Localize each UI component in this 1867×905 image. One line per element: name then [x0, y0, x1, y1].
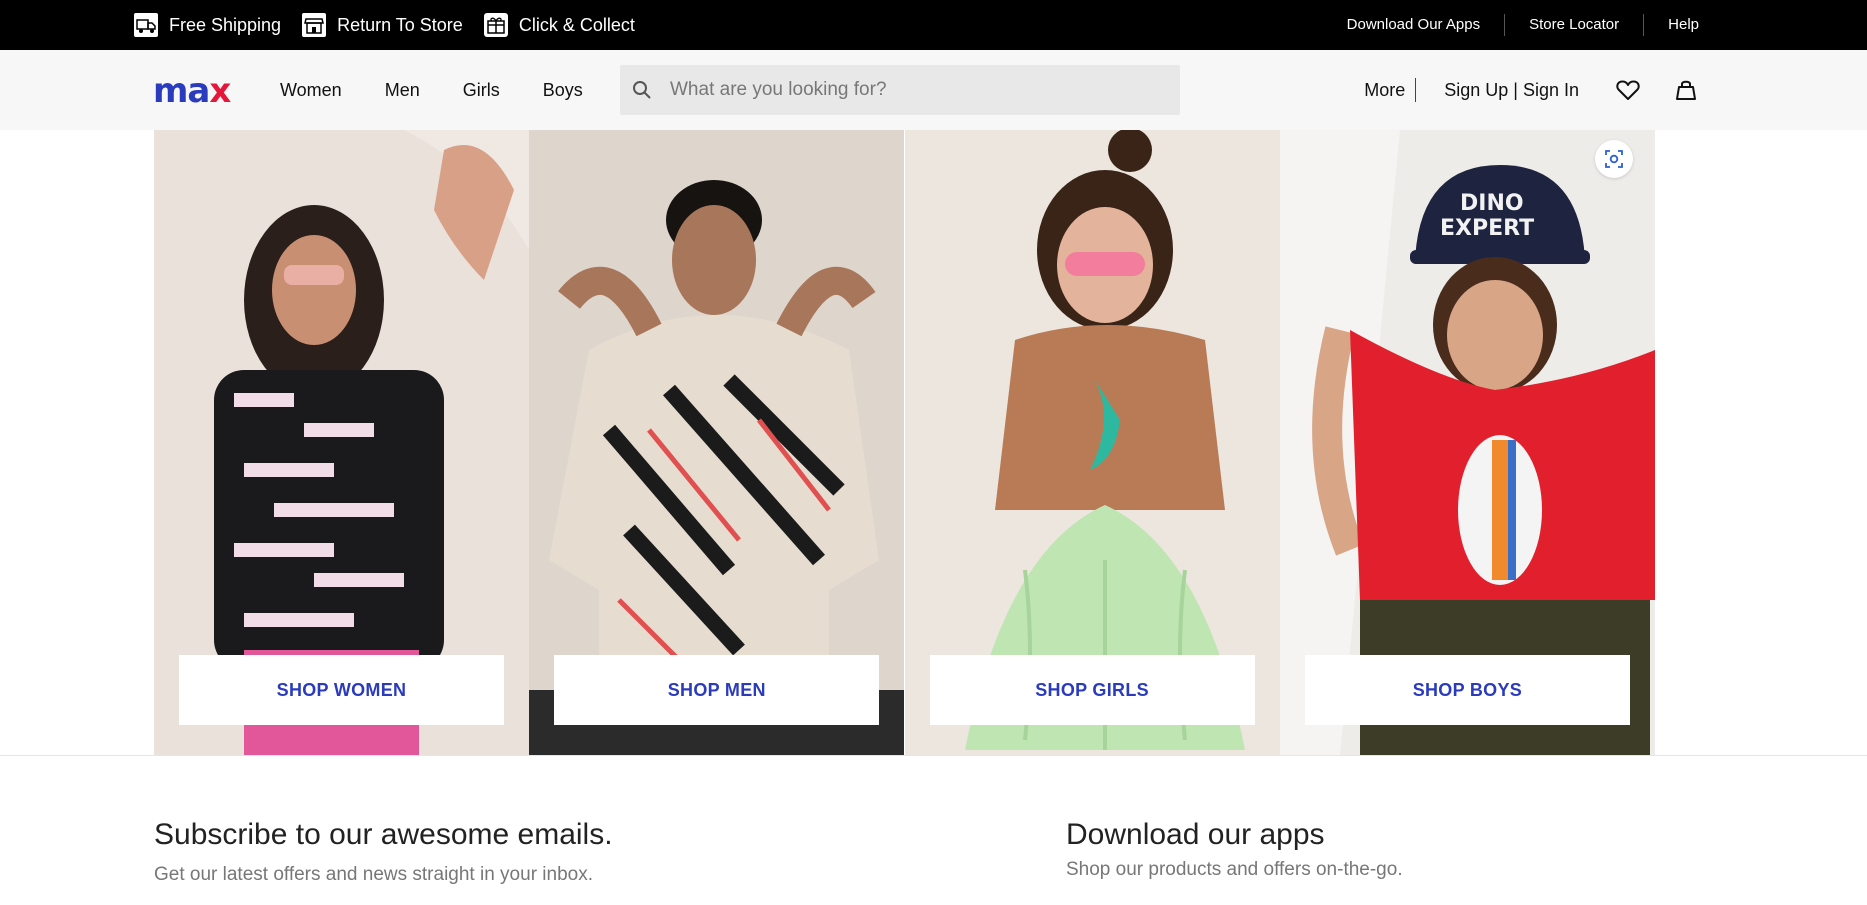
- store-locator-link[interactable]: Store Locator: [1505, 14, 1645, 36]
- visual-search-icon[interactable]: [1594, 140, 1633, 178]
- search-icon[interactable]: [632, 80, 652, 100]
- nav-boys[interactable]: Boys: [543, 80, 583, 101]
- perk-label: Free Shipping: [169, 14, 282, 35]
- help-link[interactable]: Help: [1644, 14, 1699, 36]
- nav-men[interactable]: Men: [385, 80, 420, 101]
- gift-box-icon: [483, 13, 508, 37]
- section-divider: [0, 755, 1867, 756]
- tile-boys[interactable]: DINO EXPERT SHOP BOYS: [1279, 130, 1655, 755]
- perk-label: Click & Collect: [518, 14, 635, 35]
- main-nav: Women Men Girls Boys: [280, 50, 626, 130]
- subscribe-title: Subscribe to our awesome emails.: [154, 818, 613, 851]
- cap-print: DINO: [1460, 191, 1524, 216]
- utility-links: Download Our Apps Store Locator Help: [1323, 0, 1699, 50]
- nav-women[interactable]: Women: [280, 80, 342, 101]
- tile-girls[interactable]: SHOP GIRLS: [904, 130, 1280, 755]
- truck-icon: [134, 13, 158, 37]
- sign-up-sign-in-link[interactable]: Sign Up | Sign In: [1444, 80, 1579, 101]
- more-menu[interactable]: More: [1364, 78, 1417, 102]
- shop-boys-button[interactable]: SHOP BOYS: [1304, 655, 1630, 725]
- top-bar: Free Shipping Return To Store Click & Co…: [0, 0, 1867, 50]
- subscribe-text: Get our latest offers and news straight …: [154, 864, 593, 885]
- perk-label: Return To Store: [337, 14, 463, 35]
- tile-men[interactable]: SHOP MEN: [529, 130, 905, 755]
- max-logo[interactable]: max: [153, 74, 231, 108]
- store-icon: [302, 13, 327, 37]
- perks: Free Shipping Return To Store Click & Co…: [133, 0, 655, 50]
- cap-print: EXPERT: [1440, 216, 1534, 241]
- apps-text: Shop our products and offers on-the-go.: [1066, 859, 1403, 880]
- download-apps-link[interactable]: Download Our Apps: [1323, 14, 1506, 36]
- main-header: max Women Men Girls Boys More Sign Up | …: [0, 50, 1867, 130]
- category-hero: SHOP WOMEN SHOP MEN SHOP GIRLS DINO EXPE…: [154, 130, 1655, 755]
- nav-girls[interactable]: Girls: [463, 80, 500, 101]
- tile-women[interactable]: SHOP WOMEN: [154, 130, 529, 755]
- header-actions: More Sign Up | Sign In: [1364, 50, 1699, 130]
- shop-men-button[interactable]: SHOP MEN: [554, 655, 880, 725]
- bag-icon[interactable]: [1673, 77, 1699, 103]
- perk-free-shipping[interactable]: Free Shipping: [133, 12, 281, 38]
- shop-women-button[interactable]: SHOP WOMEN: [179, 655, 504, 725]
- shop-girls-button[interactable]: SHOP GIRLS: [929, 655, 1255, 725]
- search-bar: [620, 65, 1180, 115]
- heart-icon[interactable]: [1615, 77, 1641, 103]
- apps-title: Download our apps: [1066, 818, 1325, 851]
- search-input[interactable]: [670, 65, 1170, 115]
- perk-return-to-store[interactable]: Return To Store: [301, 12, 463, 38]
- perk-click-collect[interactable]: Click & Collect: [483, 12, 635, 38]
